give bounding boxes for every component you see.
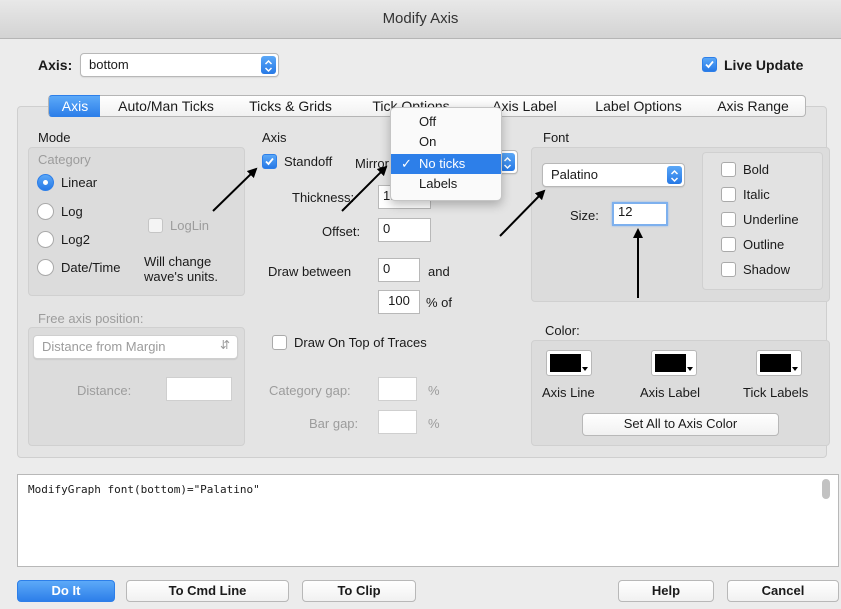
to-cmd-line-button[interactable]: To Cmd Line [126,580,289,602]
arrow-to-mirror-menu [341,165,388,212]
help-button[interactable]: Help [618,580,714,602]
command-scrollbar[interactable] [822,479,830,499]
arrow-to-font-family [499,189,546,237]
arrow-to-standoff [212,167,258,212]
to-clip-button[interactable]: To Clip [302,580,416,602]
command-text-area[interactable]: ModifyGraph font(bottom)="Palatino" [17,474,839,567]
cancel-button[interactable]: Cancel [727,580,839,602]
command-text: ModifyGraph font(bottom)="Palatino" [28,483,260,496]
do-it-button[interactable]: Do It [17,580,115,602]
